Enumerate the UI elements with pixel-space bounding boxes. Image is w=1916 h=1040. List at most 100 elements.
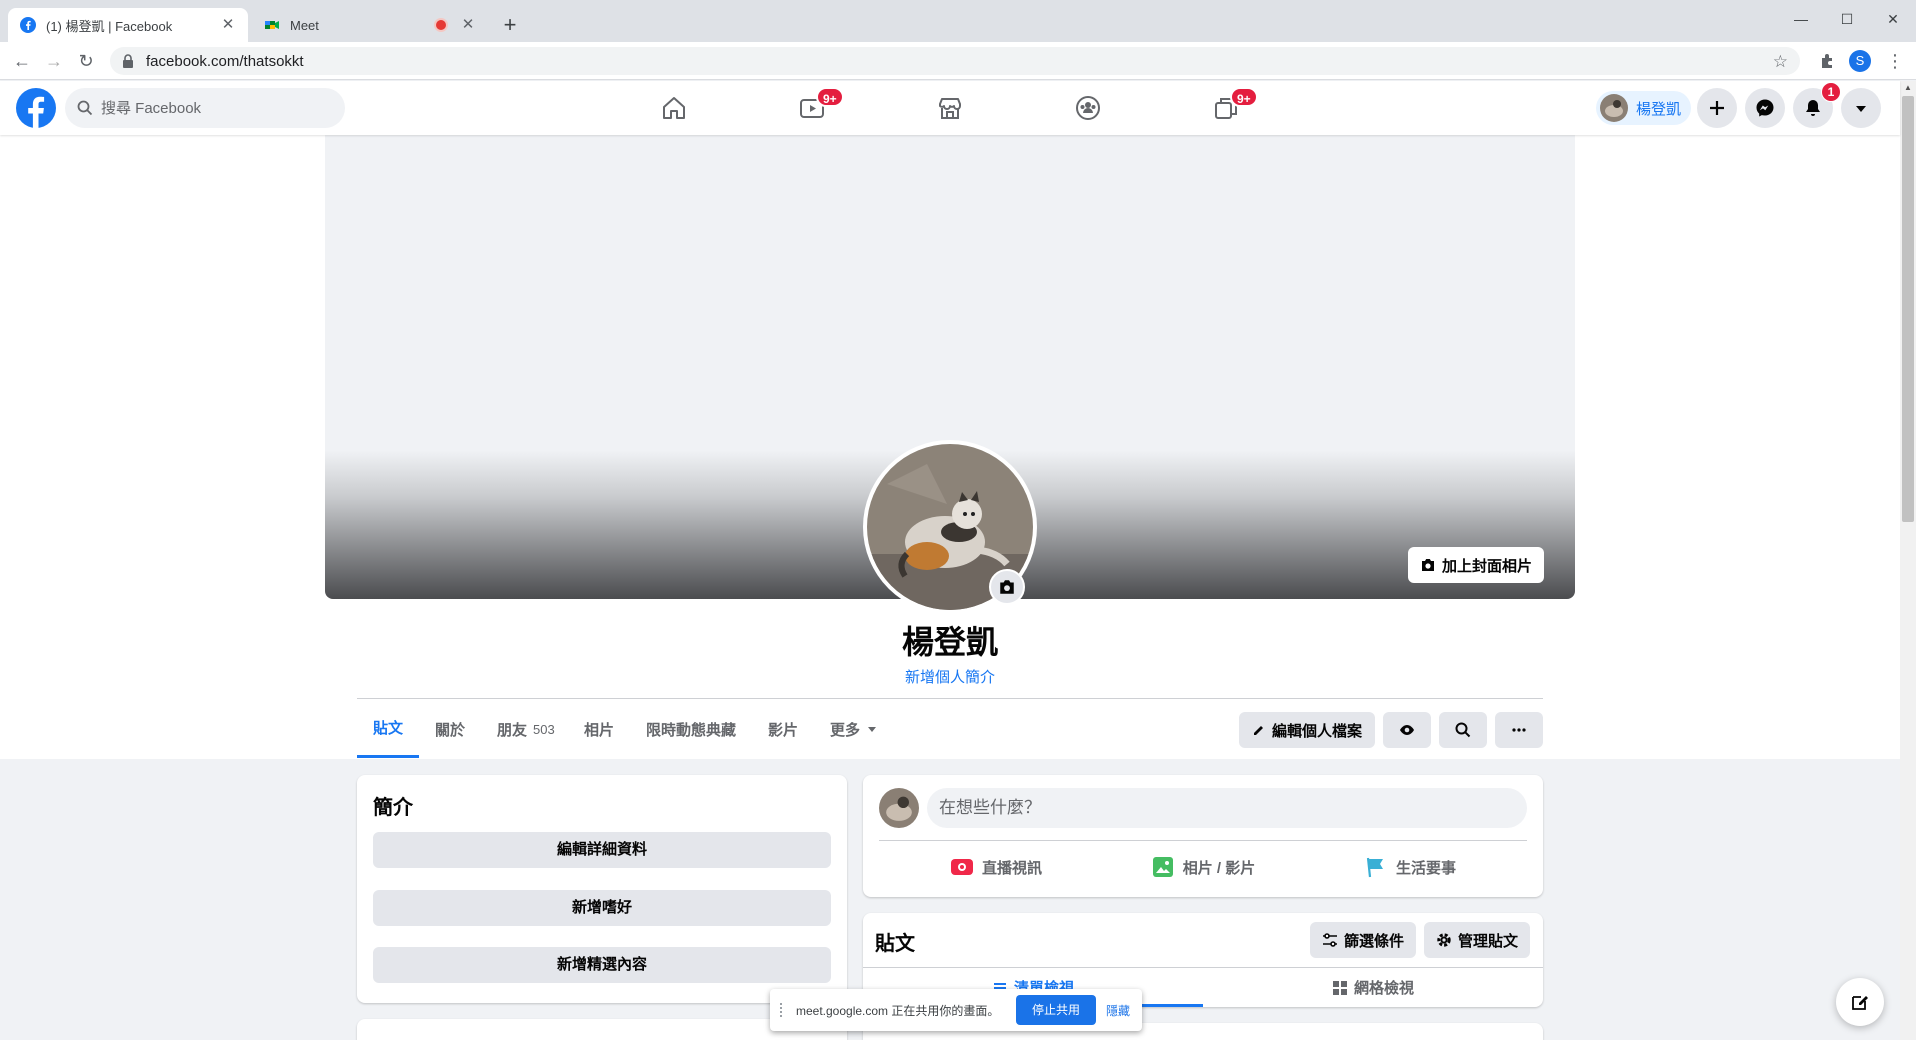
add-hobbies-button[interactable]: 新增嗜好 (373, 890, 831, 926)
live-video-button[interactable]: 直播視訊 (891, 847, 1101, 887)
grid-icon (1332, 980, 1347, 995)
camera-icon (1000, 580, 1014, 594)
browser-menu-icon[interactable]: ⋮ (1886, 50, 1904, 72)
tab-photos[interactable]: 相片 (568, 700, 630, 758)
nav-groups[interactable] (1032, 81, 1144, 135)
user-avatar (879, 788, 919, 828)
maximize-window-button[interactable]: ☐ (1824, 6, 1870, 32)
new-message-button[interactable] (1836, 978, 1884, 1026)
life-event-button[interactable]: 生活要事 (1305, 847, 1515, 887)
minimize-window-button[interactable]: — (1778, 6, 1824, 32)
live-video-icon (950, 859, 973, 875)
messenger-button[interactable] (1745, 88, 1785, 128)
address-bar[interactable]: facebook.com/thatsokkt ☆ (110, 47, 1800, 75)
search-icon (1455, 722, 1471, 738)
plus-icon (1710, 101, 1724, 115)
divider (879, 840, 1527, 841)
drag-handle-icon[interactable] (780, 1003, 786, 1017)
tab-label: 影片 (768, 721, 799, 739)
pencil-icon (1253, 726, 1263, 735)
messenger-icon (1756, 99, 1774, 117)
facebook-favicon-icon (20, 17, 36, 33)
grid-view-tab[interactable]: 網格檢視 (1203, 968, 1543, 1007)
notifications-badge: 1 (1821, 82, 1841, 102)
manage-posts-button[interactable]: 管理貼文 (1424, 922, 1531, 958)
tab-label: 相片 (584, 721, 615, 739)
add-featured-button[interactable]: 新增精選內容 (373, 947, 831, 983)
watch-badge: 9+ (816, 87, 844, 107)
profile-name: 楊登凱 (901, 624, 998, 660)
tab-title: Meet (290, 17, 319, 33)
eye-icon (1400, 725, 1414, 735)
recording-indicator-icon (436, 20, 446, 30)
tab-label: 關於 (435, 721, 466, 739)
add-cover-photo-label: 加上封面相片 (1442, 557, 1533, 575)
browser-profile-avatar[interactable]: S (1849, 50, 1871, 72)
grid-view-label: 網格檢視 (1353, 980, 1414, 997)
facebook-search-input[interactable] (101, 99, 321, 117)
nav-watch[interactable]: 9+ (756, 81, 868, 135)
update-profile-picture-button[interactable] (989, 569, 1025, 605)
browser-toolbar: ← → ↻ facebook.com/thatsokkt ☆ S ⋮ (0, 42, 1916, 80)
close-tab-icon[interactable]: ✕ (220, 17, 236, 33)
home-icon (663, 97, 685, 119)
tab-label: 更多 (830, 721, 861, 739)
tab-videos[interactable]: 影片 (752, 700, 814, 758)
bell-icon (1806, 100, 1820, 116)
browser-tab-facebook[interactable]: (1) 楊登凱 | Facebook ✕ (8, 8, 248, 42)
edit-profile-button[interactable]: 編輯個人檔案 (1239, 712, 1375, 748)
screen-share-message: meet.google.com 正在共用你的畫面。 (796, 1003, 1000, 1018)
search-profile-button[interactable] (1439, 712, 1487, 748)
google-meet-favicon-icon (265, 21, 279, 29)
search-icon (77, 100, 93, 116)
hide-share-bar-button[interactable]: 隱藏 (1106, 1002, 1130, 1019)
close-window-button[interactable]: ✕ (1870, 6, 1916, 32)
nav-gaming[interactable]: 9+ (1170, 81, 1282, 135)
add-cover-photo-button[interactable]: 加上封面相片 (1408, 547, 1545, 583)
compose-icon (1852, 996, 1868, 1010)
profile-shortcut-chip[interactable]: 楊登凱 (1596, 91, 1692, 125)
facebook-search-box[interactable] (65, 88, 345, 128)
reload-button[interactable]: ↻ (74, 49, 98, 73)
bookmark-star-icon[interactable]: ☆ (1773, 52, 1788, 72)
back-button[interactable]: ← (10, 49, 34, 73)
scrollbar-thumb[interactable] (1902, 96, 1914, 522)
filter-button[interactable]: 篩選條件 (1310, 922, 1417, 958)
profile-shortcut-name: 楊登凱 (1636, 100, 1682, 118)
close-tab-icon[interactable]: ✕ (460, 17, 476, 33)
more-dots-icon (1512, 728, 1526, 732)
tab-about[interactable]: 關於 (419, 700, 481, 758)
live-video-label: 直播視訊 (981, 859, 1042, 877)
tab-posts[interactable]: 貼文 (357, 700, 420, 758)
camera-icon (1422, 559, 1434, 571)
create-button[interactable] (1697, 88, 1737, 128)
tab-more[interactable]: 更多 (814, 700, 894, 758)
photo-icon (1152, 857, 1173, 877)
whats-on-your-mind-input[interactable]: 在想些什麼？ (927, 788, 1527, 828)
add-bio-link[interactable]: 新增個人簡介 (800, 666, 1100, 687)
tab-story-archive[interactable]: 限時動態典藏 (630, 700, 752, 758)
edit-details-button[interactable]: 編輯詳細資料 (373, 832, 831, 868)
stop-sharing-button[interactable]: 停止共用 (1015, 995, 1096, 1025)
nav-marketplace[interactable] (894, 81, 1006, 135)
tab-label: 限時動態典藏 (646, 721, 737, 739)
nav-home[interactable] (618, 81, 730, 135)
edit-profile-label: 編輯個人檔案 (1271, 722, 1362, 740)
forward-button[interactable]: → (42, 49, 66, 73)
extensions-puzzle-icon[interactable] (1818, 51, 1838, 71)
account-menu-button[interactable] (1841, 88, 1881, 128)
intro-title: 簡介 (373, 797, 413, 819)
view-as-button[interactable] (1383, 712, 1431, 748)
photo-video-button[interactable]: 相片 / 影片 (1098, 847, 1308, 887)
tab-friends[interactable]: 朋友 503 (481, 700, 571, 758)
new-tab-button[interactable]: + (498, 14, 522, 38)
facebook-logo-icon[interactable] (16, 88, 56, 128)
more-options-button[interactable] (1495, 712, 1543, 748)
scroll-up-arrow-icon[interactable]: ▲ (1903, 83, 1913, 93)
browser-tab-meet[interactable]: Meet ✕ (252, 8, 488, 42)
post-composer: 在想些什麼？ 直播視訊 相片 / 影片 生活要事 (863, 775, 1543, 897)
posts-title: 貼文 (875, 933, 915, 955)
flag-icon (1366, 857, 1383, 878)
user-avatar (1600, 94, 1628, 122)
filter-sliders-icon (1323, 933, 1337, 947)
